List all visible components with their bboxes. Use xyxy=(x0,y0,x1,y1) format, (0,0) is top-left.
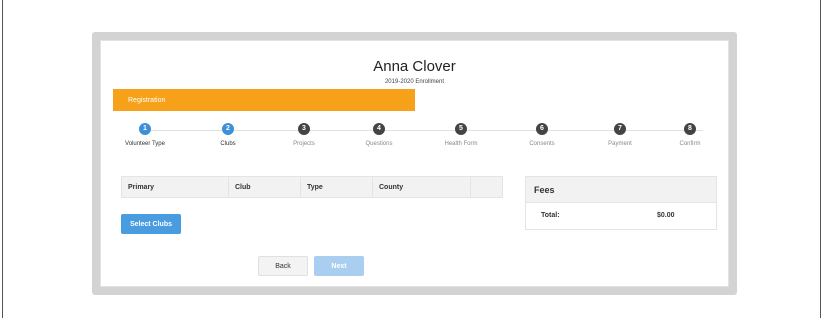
fees-total-label: Total: xyxy=(541,212,560,219)
step-clubs[interactable]: 2 Clubs xyxy=(198,123,258,147)
column-county: County xyxy=(373,177,471,197)
step-payment[interactable]: 7 Payment xyxy=(590,123,650,147)
step-questions[interactable]: 4 Questions xyxy=(349,123,409,147)
registration-label: Registration xyxy=(128,97,166,104)
step-projects[interactable]: 3 Projects xyxy=(274,123,334,147)
step-number-icon: 1 xyxy=(139,123,151,135)
step-label: Volunteer Type xyxy=(125,141,165,147)
step-label: Questions xyxy=(365,141,393,147)
step-confirm[interactable]: 8 Confirm xyxy=(660,123,720,147)
fees-total-value: $0.00 xyxy=(657,212,675,219)
select-clubs-button[interactable]: Select Clubs xyxy=(121,214,181,234)
step-number-icon: 4 xyxy=(373,123,385,135)
step-label: Health Form xyxy=(444,141,478,147)
enrollment-card: Anna Clover 2019-2020 Enrollment Registr… xyxy=(100,40,729,287)
back-button[interactable]: Back xyxy=(258,256,308,276)
step-number-icon: 6 xyxy=(536,123,548,135)
column-type: Type xyxy=(301,177,373,197)
step-number-icon: 5 xyxy=(455,123,467,135)
step-consents[interactable]: 6 Consents xyxy=(512,123,572,147)
step-label: Confirm xyxy=(679,141,701,147)
registration-bar: Registration xyxy=(113,89,415,111)
step-label: Consents xyxy=(529,141,555,147)
fees-total-row: Total: $0.00 xyxy=(526,203,716,230)
step-label: Projects xyxy=(293,141,315,147)
fees-title: Fees xyxy=(526,177,716,203)
column-primary: Primary xyxy=(122,177,229,197)
step-label: Clubs xyxy=(220,141,236,147)
step-volunteer-type[interactable]: 1 Volunteer Type xyxy=(115,123,175,147)
step-number-icon: 2 xyxy=(222,123,234,135)
next-button[interactable]: Next xyxy=(314,256,364,276)
column-actions xyxy=(471,177,502,197)
fees-panel: Fees Total: $0.00 xyxy=(525,176,717,230)
member-name: Anna Clover xyxy=(373,58,456,75)
column-club: Club xyxy=(229,177,301,197)
enrollment-stepper: 1 Volunteer Type 2 Clubs 3 Projects 4 Qu… xyxy=(115,123,715,163)
clubs-table-header: Primary Club Type County xyxy=(121,176,503,198)
step-number-icon: 3 xyxy=(298,123,310,135)
step-label: Payment xyxy=(608,141,632,147)
enrollment-year: 2019-2020 Enrollment xyxy=(384,79,445,85)
enrollment-card-frame: Anna Clover 2019-2020 Enrollment Registr… xyxy=(92,32,737,295)
step-health-form[interactable]: 5 Health Form xyxy=(431,123,491,147)
step-number-icon: 8 xyxy=(684,123,696,135)
step-number-icon: 7 xyxy=(614,123,626,135)
